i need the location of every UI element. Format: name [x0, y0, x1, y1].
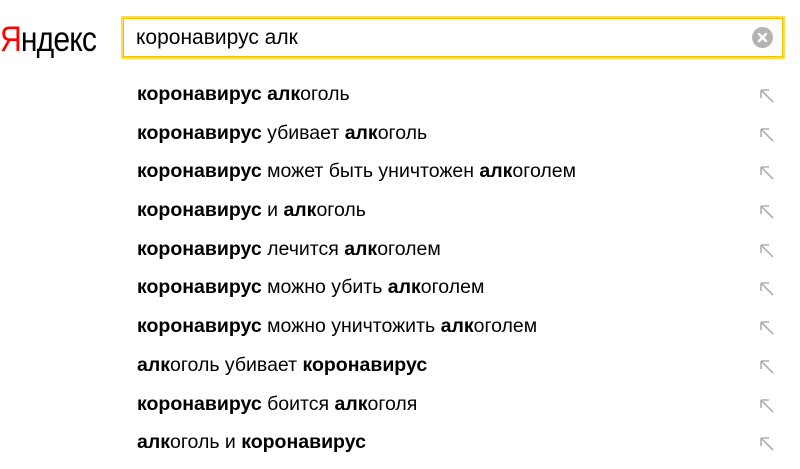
- suggestion-text: коронавирус лечится алкоголем: [137, 237, 441, 261]
- suggestion-bold-part: алк: [283, 199, 317, 222]
- suggestion-item[interactable]: коронавирус и алкоголь: [0, 190, 800, 229]
- suggestion-part: оголем: [420, 276, 485, 299]
- suggestion-bold-part: алк: [479, 160, 513, 183]
- suggestion-part: оголя: [367, 392, 418, 415]
- suggestion-part: и: [261, 199, 284, 222]
- suggestion-part: оголь убивает: [170, 353, 303, 376]
- suggestion-bold-part: алк: [267, 83, 301, 105]
- suggestion-bold-part: алк: [137, 431, 170, 454]
- suggestion-list: коронавирус алкоголь коронавирус убивает …: [0, 74, 800, 461]
- arrow-up-left-icon[interactable]: [758, 435, 776, 453]
- suggestion-item[interactable]: алкоголь и коронавирус: [0, 422, 800, 461]
- suggestion-bold-part: коронавирус: [137, 392, 262, 415]
- suggestion-bold-part: коронавирус: [241, 431, 366, 454]
- suggestion-part: оголем: [377, 237, 441, 260]
- suggestion-text: коронавирус боится алкоголя: [137, 392, 417, 416]
- suggestion-part: убивает: [261, 121, 345, 144]
- suggestion-bold-part: коронавирус: [137, 276, 262, 299]
- suggestion-bold-part: алк: [137, 353, 170, 376]
- suggestion-part: оголь: [300, 83, 350, 105]
- suggestion-bold-part: алк: [344, 121, 378, 144]
- suggestion-part: может быть уничтожен: [261, 160, 480, 183]
- suggestion-item[interactable]: коронавирус боится алкоголя: [0, 384, 800, 423]
- arrow-up-left-icon[interactable]: [758, 164, 776, 182]
- suggestion-text: коронавирус можно убить алкоголем: [137, 275, 484, 299]
- suggestion-part: оголем: [473, 315, 538, 338]
- suggestion-part: можно уничтожить: [261, 315, 441, 338]
- suggestion-item[interactable]: коронавирус можно уничтожить алкоголем: [0, 306, 800, 345]
- suggestion-bold-part: коронавирус: [137, 83, 262, 105]
- search-box: [121, 16, 785, 59]
- suggestion-bold-part: алк: [440, 315, 474, 338]
- suggestion-item[interactable]: алкоголь убивает коронавирус: [0, 345, 800, 384]
- suggestion-text: алкоголь убивает коронавирус: [137, 353, 427, 377]
- suggestion-part: можно убить: [261, 276, 388, 299]
- arrow-up-left-icon[interactable]: [758, 319, 776, 337]
- suggestion-text: коронавирус убивает алкоголь: [137, 121, 427, 145]
- suggestion-bold-part: коронавирус: [137, 237, 262, 260]
- yandex-logo[interactable]: Яндекс: [0, 20, 97, 60]
- suggestion-item[interactable]: коронавирус убивает алкоголь: [0, 113, 800, 152]
- suggestion-part: оголь: [377, 121, 428, 144]
- clear-icon[interactable]: [752, 27, 773, 48]
- arrow-up-left-icon[interactable]: [758, 280, 776, 298]
- suggestion-item[interactable]: коронавирус может быть уничтожен алкогол…: [0, 151, 800, 190]
- suggestion-text: коронавирус и алкоголь: [137, 198, 366, 222]
- page: Яндекс коронавирус алкоголькоронавирус у…: [0, 0, 800, 469]
- suggestion-item[interactable]: коронавирус можно убить алкоголем: [0, 267, 800, 306]
- arrow-up-left-icon[interactable]: [758, 397, 776, 415]
- arrow-up-left-icon[interactable]: [758, 203, 776, 221]
- suggestion-bold-part: алк: [334, 392, 368, 415]
- suggestion-bold-part: коронавирус: [137, 199, 262, 222]
- suggestion-text: алкоголь и коронавирус: [137, 430, 366, 454]
- arrow-up-left-icon[interactable]: [758, 126, 776, 144]
- suggestion-bold-part: алк: [387, 276, 421, 299]
- suggestion-bold-part: коронавирус: [302, 353, 428, 376]
- logo-first-letter: Я: [0, 20, 22, 59]
- arrow-up-left-icon[interactable]: [758, 242, 776, 260]
- suggestion-bold-part: коронавирус: [137, 121, 262, 144]
- suggestion-part: оголь и: [170, 431, 242, 454]
- suggestion-part: боится: [261, 392, 335, 415]
- suggestion-bold-part: алк: [344, 237, 378, 260]
- suggestion-part: лечится: [261, 237, 345, 260]
- suggestion-text: коронавирус может быть уничтожен алкогол…: [137, 159, 576, 183]
- suggestion-item[interactable]: коронавирус алкоголь: [0, 74, 800, 113]
- logo-rest: ндекс: [20, 20, 97, 59]
- suggestion-bold-part: коронавирус: [137, 160, 262, 183]
- arrow-up-left-icon[interactable]: [758, 87, 776, 105]
- arrow-up-left-icon[interactable]: [758, 358, 776, 376]
- suggestion-part: оголь: [316, 199, 366, 222]
- suggestion-item[interactable]: коронавирус лечится алкоголем: [0, 229, 800, 268]
- suggestion-text: коронавирус можно уничтожить алкоголем: [137, 314, 537, 338]
- suggestion-text: коронавирус алкоголь: [137, 82, 350, 106]
- suggestion-bold-part: коронавирус: [137, 315, 262, 338]
- search-input[interactable]: [136, 18, 736, 57]
- suggestion-part: оголем: [512, 160, 576, 183]
